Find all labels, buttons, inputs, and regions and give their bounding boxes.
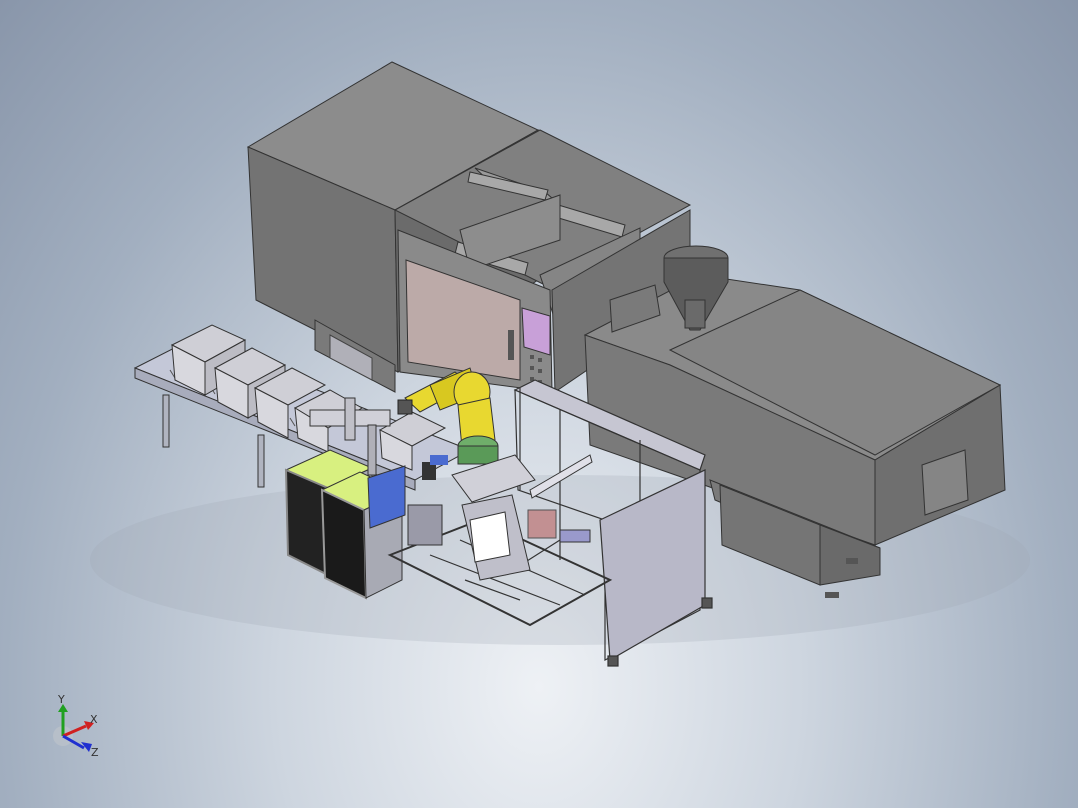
coordinate-triad: Y X Z <box>53 693 99 759</box>
cad-model-render[interactable] <box>0 0 1078 808</box>
z-axis-label: Z <box>91 746 99 759</box>
x-axis-label: X <box>90 713 98 726</box>
cad-viewport[interactable]: Y X Z <box>0 0 1078 808</box>
y-axis-label: Y <box>57 693 65 706</box>
